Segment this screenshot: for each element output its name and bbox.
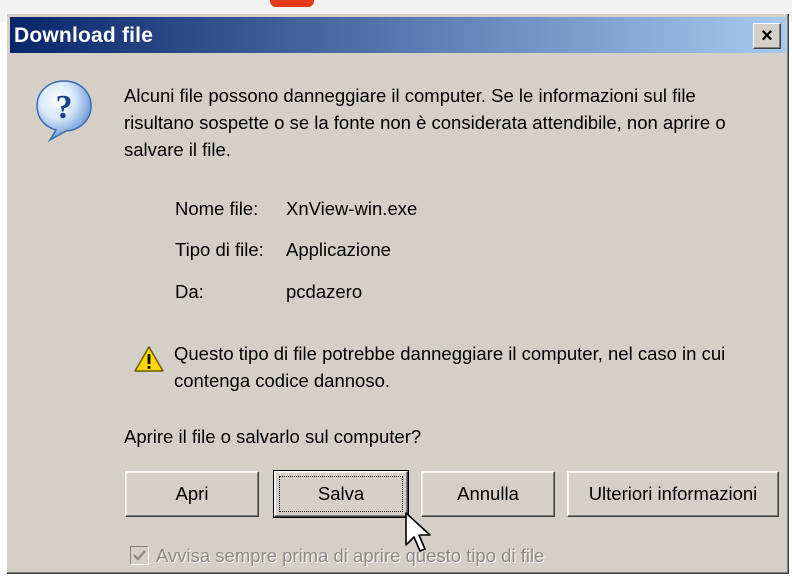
svg-text:?: ? — [56, 89, 73, 126]
close-button[interactable]: × — [753, 23, 781, 49]
open-button[interactable]: Apri — [125, 471, 259, 517]
cancel-button-label: Annulla — [457, 483, 519, 504]
question-icon: ? — [36, 80, 92, 142]
mouse-cursor-icon — [405, 512, 431, 552]
window-title: Download file — [14, 24, 154, 47]
warning-message: Alcuni file possono danneggiare il compu… — [124, 85, 726, 160]
open-button-label: Apri — [175, 483, 209, 504]
focus-rectangle — [279, 476, 403, 512]
save-button[interactable]: Salva — [273, 470, 409, 518]
warning-icon — [134, 346, 164, 372]
file-type-warning: Questo tipo di file potrebbe danneggiare… — [174, 343, 726, 391]
file-type-label: Tipo di file: — [175, 239, 264, 260]
checkmark-icon — [133, 550, 146, 561]
cancel-button[interactable]: Annulla — [421, 471, 555, 517]
always-ask-checkbox[interactable] — [130, 546, 149, 565]
action-question: Aprire il file o salvarlo sul computer? — [124, 426, 422, 447]
background-red-accent — [270, 0, 314, 7]
more-info-button-label: Ulteriori informazioni — [588, 483, 758, 504]
file-type-value: Applicazione — [286, 239, 391, 260]
file-from-label: Da: — [175, 281, 204, 302]
file-name-label: Nome file: — [175, 198, 259, 219]
file-name-value: XnView-win.exe — [286, 198, 418, 219]
download-dialog: Download file × ? Alcuni file possono da… — [6, 13, 790, 575]
more-info-button[interactable]: Ulteriori informazioni — [567, 471, 779, 517]
file-from-value: pcdazero — [286, 281, 363, 302]
close-icon: × — [761, 25, 773, 47]
title-bar[interactable]: Download file × — [10, 17, 786, 53]
always-ask-label: Avvisa sempre prima di aprire questo tip… — [156, 545, 545, 566]
